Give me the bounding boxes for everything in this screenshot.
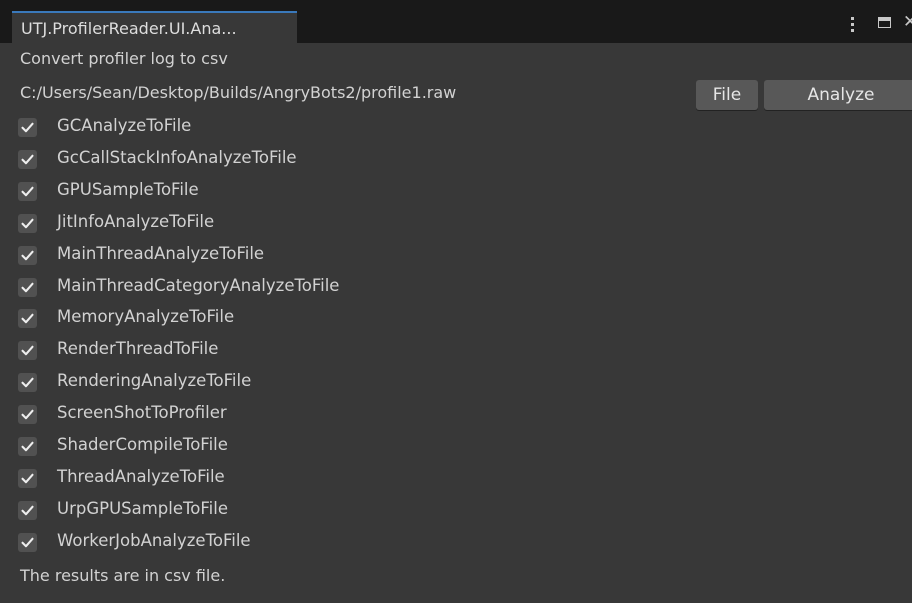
close-icon[interactable]: ✕ [903,12,912,32]
option-checkbox[interactable] [18,277,37,297]
checkmark-icon [21,218,34,228]
checkmark-icon [21,122,34,133]
checkmark-icon [21,441,34,452]
option-checkbox[interactable] [18,213,37,233]
tab-profiler-reader[interactable]: UTJ.ProfilerReader.UI.Ana... [12,11,297,43]
checkmark-icon [21,537,34,547]
option-checkbox[interactable] [18,373,37,393]
option-checkbox[interactable] [18,341,37,361]
file-button[interactable]: File [696,80,758,110]
option-checkbox[interactable] [18,118,37,137]
option-checkbox[interactable] [18,532,37,552]
option-checkbox[interactable] [18,468,37,488]
content-area: Convert profiler log to csv C:/Users/Sea… [0,43,912,603]
option-label: ThreadAnalyzeToFile [57,466,225,486]
tab-bar: UTJ.ProfilerReader.UI.Ana... ✕ [0,0,912,43]
option-label: GCAnalyzeToFile [57,116,192,135]
maximize-icon[interactable] [878,17,891,28]
option-checkbox[interactable] [18,500,37,520]
option-label: RenderingAnalyzeToFile [57,371,252,391]
checkmark-icon [21,409,34,420]
page-title: Convert profiler log to csv [20,49,228,68]
analyze-button[interactable]: Analyze [764,80,912,110]
profiler-reader-window: UTJ.ProfilerReader.UI.Ana... ✕ Convert p… [0,0,912,603]
checkmark-icon [21,250,34,260]
option-label: GcCallStackInfoAnalyzeToFile [57,147,297,167]
checkmark-icon [21,186,34,197]
status-text: The results are in csv file. [20,566,226,585]
option-label: MemoryAnalyzeToFile [57,307,235,327]
option-label: RenderThreadToFile [57,339,219,359]
checkmark-icon [21,282,34,292]
option-checkbox[interactable] [18,245,37,265]
option-label: GPUSampleToFile [57,179,199,199]
file-path-field: C:/Users/Sean/Desktop/Builds/AngryBots2/… [20,83,457,102]
checkmark-icon [21,314,34,324]
option-checkbox[interactable] [18,149,37,169]
kebab-menu-icon[interactable] [851,17,855,33]
option-label: ScreenShotToProfiler [57,403,227,423]
tab-title: UTJ.ProfilerReader.UI.Ana... [21,19,237,38]
option-label: MainThreadCategoryAnalyzeToFile [57,275,340,295]
option-label: ShaderCompileToFile [57,435,228,454]
checkmark-icon [21,154,34,165]
option-checkbox[interactable] [18,181,37,201]
checkmark-icon [21,473,34,484]
option-label: MainThreadAnalyzeToFile [57,243,265,263]
option-label: JitInfoAnalyzeToFile [57,211,215,231]
option-label: UrpGPUSampleToFile [57,498,228,518]
option-checkbox[interactable] [18,309,37,329]
option-checkbox[interactable] [18,405,37,425]
checkmark-icon [21,377,34,388]
option-checkbox[interactable] [18,437,37,456]
checkmark-icon [21,505,34,516]
checkmark-icon [21,346,34,356]
option-label: WorkerJobAnalyzeToFile [57,530,251,550]
